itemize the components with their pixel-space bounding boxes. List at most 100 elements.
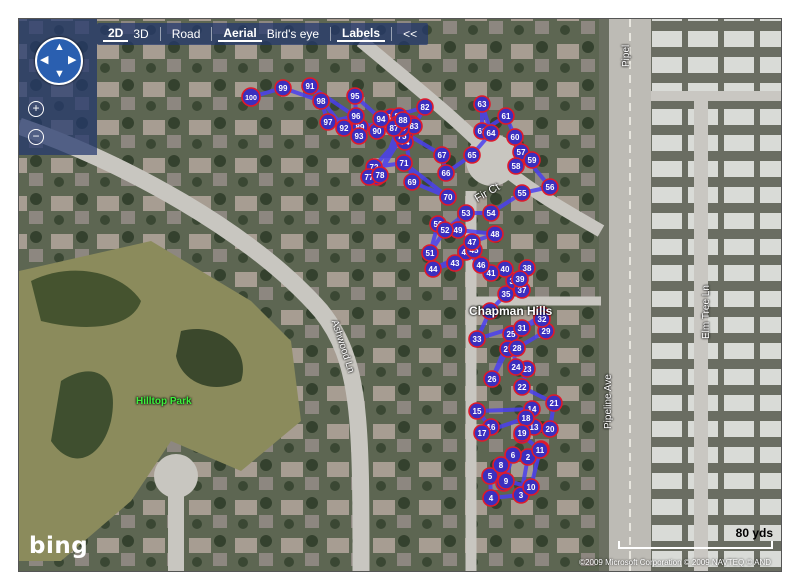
waypoint-marker-94[interactable]: 94 [372, 110, 390, 128]
waypoint-marker-61[interactable]: 61 [497, 107, 515, 125]
waypoint-number: 31 [518, 324, 527, 333]
waypoint-marker-28[interactable]: 28 [508, 339, 526, 357]
waypoint-marker-96[interactable]: 96 [347, 107, 365, 125]
aerial-map[interactable]: 1234567891011121314151617181920212223242… [19, 19, 781, 571]
waypoint-marker-88[interactable]: 88 [394, 111, 412, 129]
waypoint-marker-66[interactable]: 66 [437, 164, 455, 182]
waypoint-marker-58[interactable]: 58 [507, 157, 525, 175]
waypoint-marker-46[interactable]: 46 [472, 256, 490, 274]
waypoint-marker-78[interactable]: 78 [371, 166, 389, 184]
waypoint-marker-24[interactable]: 24 [507, 358, 525, 376]
waypoint-marker-53[interactable]: 53 [457, 204, 475, 222]
waypoint-marker-98[interactable]: 98 [312, 92, 330, 110]
waypoint-marker-91[interactable]: 91 [301, 77, 319, 95]
pan-right-icon[interactable]: ▶ [68, 55, 76, 66]
waypoint-marker-63[interactable]: 63 [473, 95, 491, 113]
waypoint-marker-99[interactable]: 99 [274, 79, 292, 97]
place-label-chapman-hills: Chapman Hills [469, 304, 553, 318]
waypoint-marker-82[interactable]: 82 [416, 98, 434, 116]
map-view-toolbar: 2D 3D Road Aerial Bird's eye Labels << [97, 23, 429, 45]
waypoint-marker-18[interactable]: 18 [517, 409, 535, 427]
street-label-pipeline-top: Pipel [621, 44, 632, 67]
waypoint-marker-15[interactable]: 15 [468, 402, 486, 420]
waypoint-marker-39[interactable]: 39 [511, 270, 529, 288]
waypoint-marker-31[interactable]: 31 [513, 319, 531, 337]
waypoint-number: 67 [438, 151, 447, 160]
waypoint-marker-9[interactable]: 9 [497, 472, 515, 490]
waypoint-number: 4 [489, 494, 494, 503]
map-frame[interactable]: 1234567891011121314151617181920212223242… [18, 18, 782, 572]
waypoint-marker-95[interactable]: 95 [346, 87, 364, 105]
waypoint-marker-47[interactable]: 47 [463, 233, 481, 251]
waypoint-marker-4[interactable]: 4 [482, 489, 500, 507]
waypoint-marker-43[interactable]: 43 [446, 254, 464, 272]
waypoint-marker-54[interactable]: 54 [482, 204, 500, 222]
waypoint-number: 88 [399, 116, 408, 125]
waypoint-number: 15 [473, 407, 482, 416]
waypoint-marker-20[interactable]: 20 [541, 420, 559, 438]
mode-2d-button[interactable]: 2D [103, 26, 129, 42]
waypoint-number: 78 [376, 171, 385, 180]
waypoint-marker-17[interactable]: 17 [473, 424, 491, 442]
waypoint-marker-71[interactable]: 71 [395, 154, 413, 172]
collapse-toolbar-button[interactable]: << [398, 27, 422, 41]
waypoint-number: 69 [408, 178, 417, 187]
toolbar-divider [211, 27, 213, 41]
waypoint-marker-55[interactable]: 55 [513, 184, 531, 202]
waypoint-marker-48[interactable]: 48 [486, 225, 504, 243]
zoom-in-button[interactable]: + [28, 101, 44, 117]
waypoint-marker-100[interactable]: 100 [241, 87, 261, 107]
waypoint-marker-92[interactable]: 92 [335, 119, 353, 137]
waypoint-marker-11[interactable]: 11 [531, 441, 549, 459]
waypoint-number: 93 [355, 132, 364, 141]
mode-3d-button[interactable]: 3D [128, 27, 153, 41]
waypoint-marker-59[interactable]: 59 [523, 151, 541, 169]
waypoint-number: 26 [488, 375, 497, 384]
pan-down-icon[interactable]: ▼ [54, 69, 65, 80]
waypoint-number: 97 [324, 118, 333, 127]
waypoint-number: 95 [351, 92, 360, 101]
zoom-out-button[interactable]: − [28, 129, 44, 145]
navigation-panel: ▲ ▼ ◀ ▶ + − [19, 19, 97, 155]
pan-compass[interactable]: ▲ ▼ ◀ ▶ [35, 37, 83, 85]
waypoint-number: 55 [518, 189, 527, 198]
scale-bar: 80 yds [618, 526, 773, 549]
waypoint-number: 96 [352, 112, 361, 121]
waypoint-number: 11 [536, 446, 545, 455]
waypoint-marker-51[interactable]: 51 [421, 244, 439, 262]
waypoint-marker-8[interactable]: 8 [492, 456, 510, 474]
aerial-view-button[interactable]: Aerial [218, 26, 262, 42]
waypoint-number: 51 [426, 249, 435, 258]
waypoint-marker-19[interactable]: 19 [513, 424, 531, 442]
road-view-button[interactable]: Road [167, 27, 206, 41]
waypoint-marker-64[interactable]: 64 [482, 124, 500, 142]
waypoint-marker-65[interactable]: 65 [463, 146, 481, 164]
waypoint-marker-56[interactable]: 56 [541, 178, 559, 196]
waypoint-marker-33[interactable]: 33 [468, 330, 486, 348]
waypoint-marker-60[interactable]: 60 [506, 128, 524, 146]
waypoint-number: 46 [477, 261, 486, 270]
waypoint-marker-69[interactable]: 69 [403, 173, 421, 191]
waypoint-number: 100 [245, 95, 257, 102]
waypoint-marker-70[interactable]: 70 [439, 188, 457, 206]
waypoint-number: 90 [373, 127, 382, 136]
waypoint-marker-10[interactable]: 10 [522, 478, 540, 496]
labels-toggle-button[interactable]: Labels [337, 26, 386, 42]
waypoint-marker-44[interactable]: 44 [424, 260, 442, 278]
waypoint-number: 71 [400, 159, 409, 168]
waypoint-number: 59 [528, 156, 537, 165]
waypoint-marker-97[interactable]: 97 [319, 113, 337, 131]
waypoint-marker-21[interactable]: 21 [545, 394, 563, 412]
birds-eye-view-button[interactable]: Bird's eye [262, 27, 324, 41]
waypoint-number: 22 [518, 383, 527, 392]
waypoint-marker-67[interactable]: 67 [433, 146, 451, 164]
pan-left-icon[interactable]: ◀ [40, 55, 48, 66]
waypoint-marker-93[interactable]: 93 [350, 127, 368, 145]
waypoint-number: 64 [487, 129, 496, 138]
waypoint-marker-26[interactable]: 26 [483, 370, 501, 388]
bing-logo: bing [29, 533, 89, 559]
waypoint-number: 52 [441, 226, 450, 235]
pan-up-icon[interactable]: ▲ [54, 42, 65, 53]
waypoint-marker-22[interactable]: 22 [513, 378, 531, 396]
waypoint-marker-52[interactable]: 52 [436, 221, 454, 239]
